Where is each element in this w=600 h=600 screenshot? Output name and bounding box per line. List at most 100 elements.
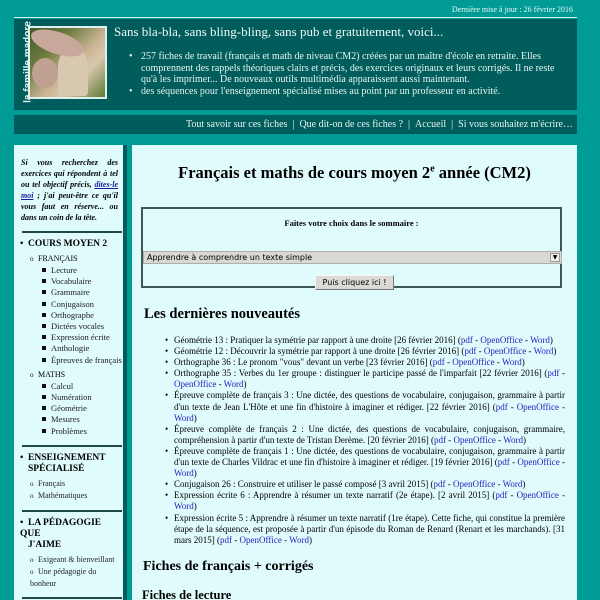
bullet-icon xyxy=(42,383,46,388)
nav-contact-link[interactable]: Si vous souhaitez m'écrire… xyxy=(458,119,573,130)
tagline: Sans bla-bla, sans bling-bling, sans pub… xyxy=(114,24,444,39)
openoffice-link[interactable]: OpenOffice xyxy=(517,457,559,467)
sidebar-item-spec-francais[interactable]: o Français xyxy=(14,478,123,490)
word-link[interactable]: Word xyxy=(530,335,550,345)
word-link[interactable]: Word xyxy=(174,468,194,478)
main-content: Français et maths de cours moyen 2e anné… xyxy=(132,145,577,600)
pottery-hands-image xyxy=(28,26,107,99)
group-francais[interactable]: o FRANÇAIS xyxy=(14,253,123,265)
summary-select[interactable]: Apprendre à comprendre un texte simple ▼ xyxy=(143,251,562,264)
pdf-link[interactable]: pdf xyxy=(433,479,445,489)
site-header: la famille madore Sans bla-bla, sans bli… xyxy=(14,19,577,110)
bullet-icon xyxy=(42,312,46,317)
bullet-icon xyxy=(42,346,46,351)
group-maths[interactable]: o MATHS xyxy=(14,369,123,381)
bullet-icon xyxy=(42,417,46,422)
nav-about-link[interactable]: Tout savoir sur ces fiches xyxy=(186,119,288,130)
sidebar-item-grammaire[interactable]: Grammaire xyxy=(14,287,123,298)
word-link[interactable]: Word xyxy=(289,535,309,545)
nav-separator: | xyxy=(408,119,411,130)
nav-separator: | xyxy=(451,119,454,130)
sidebar-item-problemes[interactable]: Problèmes xyxy=(14,426,123,437)
bullet-icon xyxy=(42,335,46,340)
divider xyxy=(22,509,122,512)
section-specialise: • ENSEIGNEMENT SPÉCIALISÉ xyxy=(20,452,106,474)
bullet-icon xyxy=(42,290,46,295)
section-pedagogie: • LA PÉDAGOGIE QUE J'AIME xyxy=(20,517,102,550)
section-cm2: • COURS MOYEN 2 xyxy=(20,239,108,249)
word-link[interactable]: Word xyxy=(174,413,194,423)
openoffice-link[interactable]: OpenOffice xyxy=(453,479,495,489)
last-update: Dernière mise à jour : 26 février 2016 xyxy=(14,0,577,18)
pdf-link[interactable]: pdf xyxy=(547,368,559,378)
top-nav: Tout savoir sur ces fiches | Que dit-on de… xyxy=(14,115,577,134)
news-item: Géométrie 12 : Découvrir la symétrie par… xyxy=(165,346,565,357)
news-item: Orthographe 35 : Verbes du 1er groupe : … xyxy=(165,368,565,390)
nav-home-link[interactable]: Accueil xyxy=(415,119,446,130)
pdf-link[interactable]: pdf xyxy=(433,357,445,367)
news-item: Géométrie 13 : Pratiquer la symétrie par… xyxy=(165,335,565,346)
sidebar-item-mesures[interactable]: Mesures xyxy=(14,414,123,425)
pdf-link[interactable]: pdf xyxy=(461,335,473,345)
openoffice-link[interactable]: OpenOffice xyxy=(240,535,282,545)
openoffice-link[interactable]: OpenOffice xyxy=(452,357,494,367)
sidebar-item-vocabulaire[interactable]: Vocabulaire xyxy=(14,276,123,287)
news-item: Expression écrite 6 : Apprendre à résume… xyxy=(165,490,565,512)
openoffice-link[interactable]: OpenOffice xyxy=(454,435,496,445)
subsection-title: Fiches de lecture xyxy=(142,588,232,600)
sidebar-item-conjugaison[interactable]: Conjugaison xyxy=(14,299,123,310)
bullet-icon xyxy=(42,357,46,362)
sidebar-item-orthographe[interactable]: Orthographe xyxy=(14,310,123,321)
pdf-link[interactable]: pdf xyxy=(496,402,508,412)
news-item: Expression écrite 5 : Apprendre à résume… xyxy=(165,513,565,546)
pdf-link[interactable]: pdf xyxy=(464,346,476,356)
sidebar-note: Si vous recherchez des exercices qui rép… xyxy=(21,158,118,222)
dropdown-arrow-icon[interactable]: ▼ xyxy=(550,253,560,262)
pdf-link[interactable]: pdf xyxy=(434,435,446,445)
news-item: Épreuve complète de français 1 : Une dic… xyxy=(165,446,565,479)
openoffice-link[interactable]: OpenOffice xyxy=(517,490,559,500)
submit-button[interactable]: Puis cliquez ici ! xyxy=(315,275,394,290)
pdf-link[interactable]: pdf xyxy=(498,457,510,467)
page-title: Français et maths de cours moyen 2e anné… xyxy=(178,163,531,182)
word-link[interactable]: Word xyxy=(503,435,523,445)
divider xyxy=(22,596,122,599)
pdf-link[interactable]: pdf xyxy=(495,490,507,500)
sidebar-item-lecture[interactable]: Lecture xyxy=(14,265,123,276)
nav-reviews-link[interactable]: Que dit-on de ces fiches ? xyxy=(299,119,403,130)
divider xyxy=(22,444,122,447)
bullet-icon xyxy=(42,406,46,411)
word-link[interactable]: Word xyxy=(534,346,554,356)
sidebar-item-spec-maths[interactable]: o Mathématiques xyxy=(14,490,123,502)
intro-item: 257 fiches de travail (français et math … xyxy=(129,51,569,86)
sidebar-item-numeration[interactable]: Numération xyxy=(14,392,123,403)
news-title: Les dernières nouveautés xyxy=(144,306,301,322)
sidebar-item-calcul[interactable]: Calcul xyxy=(14,381,123,392)
openoffice-link[interactable]: OpenOffice xyxy=(484,346,526,356)
sidebar-item-geometrie[interactable]: Géométrie xyxy=(14,403,123,414)
sidebar-item-epreuves[interactable]: Épreuves de français xyxy=(14,355,123,366)
sidebar-item-anthologie[interactable]: Anthologie xyxy=(14,343,123,354)
sidebar-item-bonheur[interactable]: o Une pédagogie du bonheur xyxy=(14,566,123,589)
sidebar-item-dictees[interactable]: Dictées vocales xyxy=(14,321,123,332)
sidebar-item-expression[interactable]: Expression écrite xyxy=(14,332,123,343)
bullet-icon xyxy=(42,395,46,400)
word-link[interactable]: Word xyxy=(174,501,194,511)
word-link[interactable]: Word xyxy=(503,479,523,489)
bullet-icon xyxy=(42,324,46,329)
pdf-link[interactable]: pdf xyxy=(220,535,232,545)
openoffice-link[interactable]: OpenOffice xyxy=(174,379,216,389)
summary-form: Faites votre choix dans le sommaire : Ap… xyxy=(141,207,562,290)
word-link[interactable]: Word xyxy=(224,379,244,389)
bullet-icon xyxy=(42,428,46,433)
openoffice-link[interactable]: OpenOffice xyxy=(480,335,522,345)
sidebar-item-exigeant[interactable]: o Exigeant & bienveillant xyxy=(14,554,123,566)
openoffice-link[interactable]: OpenOffice xyxy=(517,402,559,412)
news-item: Orthographe 36 : Le pronom "vous" devant… xyxy=(165,357,565,368)
form-label: Faites votre choix dans le sommaire : xyxy=(284,218,419,228)
intro-item: des séquences pour l'enseignement spécia… xyxy=(129,86,569,98)
bullet-icon xyxy=(42,301,46,306)
news-list: Géométrie 13 : Pratiquer la symétrie par… xyxy=(165,335,565,546)
section-title: Fiches de français + corrigés xyxy=(143,559,314,574)
word-link[interactable]: Word xyxy=(502,357,522,367)
